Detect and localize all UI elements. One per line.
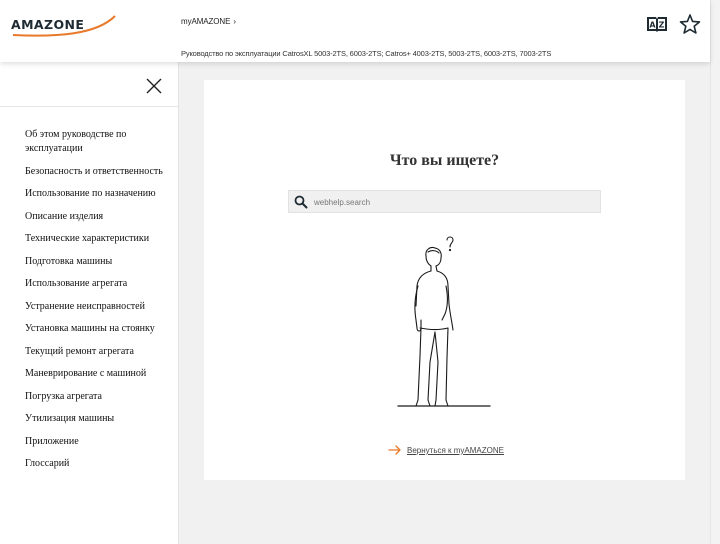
- back-link-text[interactable]: Вернуться к myAMAZONE: [407, 446, 504, 455]
- breadcrumb-myamazone[interactable]: myAMAZONE: [181, 17, 230, 26]
- sidebar-item-troubleshooting[interactable]: Устранение неисправностей: [25, 300, 170, 314]
- sidebar-divider: [0, 106, 179, 107]
- sidebar-item-appendix[interactable]: Приложение: [25, 435, 170, 449]
- search-input[interactable]: [314, 194, 594, 210]
- sidebar-item-safety[interactable]: Безопасность и ответственность: [25, 165, 170, 179]
- close-icon[interactable]: [146, 78, 162, 94]
- search-icon[interactable]: [294, 195, 308, 209]
- svg-text:Z: Z: [659, 21, 665, 30]
- sidebar-nav: Об этом руководстве по эксплуатации Безо…: [25, 128, 170, 480]
- sidebar: Об этом руководстве по эксплуатации Безо…: [0, 62, 179, 544]
- sidebar-item-implement-use[interactable]: Использование агрегата: [25, 277, 170, 291]
- sidebar-item-intended-use[interactable]: Использование по назначению: [25, 187, 170, 201]
- amazone-logo[interactable]: AMAZONE: [11, 14, 117, 38]
- breadcrumb-separator: ›: [233, 17, 236, 26]
- logo-swoosh: [12, 15, 116, 37]
- sidebar-item-about-manual[interactable]: Об этом руководстве по эксплуатации: [25, 128, 170, 156]
- sidebar-item-disposal[interactable]: Утилизация машины: [25, 412, 170, 426]
- sidebar-item-glossary[interactable]: Глоссарий: [25, 457, 170, 471]
- star-icon[interactable]: [679, 13, 701, 35]
- breadcrumb: myAMAZONE ›: [181, 17, 236, 26]
- document-title: Руководство по эксплуатации CatrosXL 500…: [181, 49, 552, 58]
- sidebar-item-machine-preparation[interactable]: Подготовка машины: [25, 255, 170, 269]
- window-scrollbar[interactable]: [710, 0, 720, 544]
- main-content: Что вы ищете? webhelp.search Вернуться к…: [179, 62, 710, 544]
- sidebar-item-manoeuvring[interactable]: Маневрирование с машиной: [25, 367, 170, 381]
- arrow-right-icon: [388, 445, 401, 455]
- header: AMAZONE myAMAZONE › Руководство по эксплу…: [0, 0, 710, 62]
- page-title: Что вы ищете?: [389, 152, 500, 169]
- sidebar-item-maintenance[interactable]: Текущий ремонт агрегата: [25, 345, 170, 359]
- confused-person-illustration: [397, 236, 491, 407]
- search-box[interactable]: [288, 190, 601, 213]
- sidebar-item-technical-data[interactable]: Технические характеристики: [25, 232, 170, 246]
- search-card: Что вы ищете? webhelp.search Вернуться к…: [204, 80, 685, 480]
- svg-text:A: A: [649, 21, 656, 30]
- sidebar-item-product-description[interactable]: Описание изделия: [25, 210, 170, 224]
- sidebar-item-parking[interactable]: Установка машины на стоянку: [25, 322, 170, 336]
- language-icon[interactable]: A Z: [646, 13, 668, 35]
- sidebar-item-loading[interactable]: Погрузка агрегата: [25, 390, 170, 404]
